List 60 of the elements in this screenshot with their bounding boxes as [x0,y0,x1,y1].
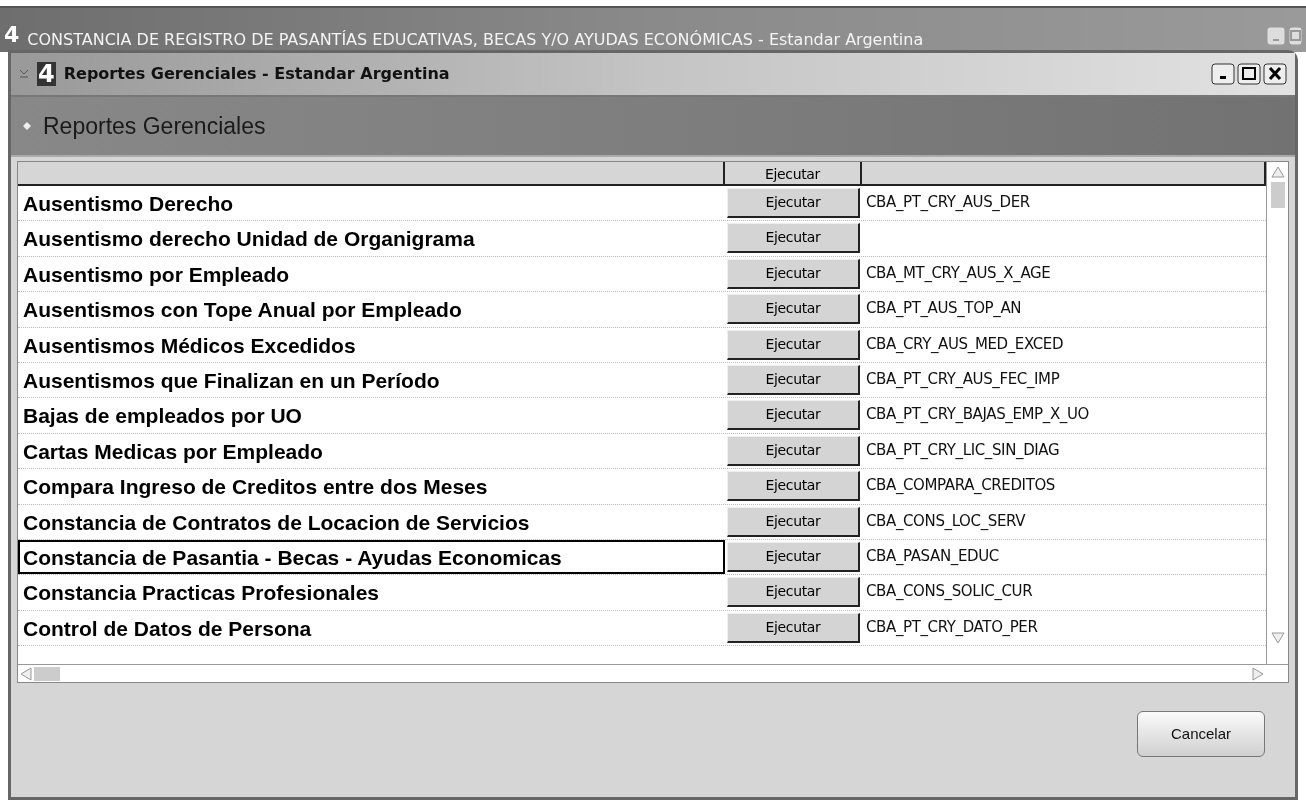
report-code: CBA_COMPARA_CREDITOS [866,476,1055,495]
report-code: CBA_CONS_LOC_SERV [866,511,1026,530]
report-name-cell[interactable]: Constancia de Contratos de Locacion de Servicios [18,504,725,539]
maximize-icon[interactable] [1237,63,1261,85]
execute-button[interactable]: Ejecutar [727,435,860,466]
report-name-cell[interactable]: Ausentismo Derecho [18,186,725,221]
execute-button[interactable]: Ejecutar [727,188,860,218]
report-code: CBA_PT_CRY_AUS_DER [866,193,1030,211]
report-name-cell[interactable]: Ausentismos que Finalizan en un Período [18,362,725,398]
horizontal-scrollbar[interactable] [18,664,1288,682]
report-code: CBA_CONS_SOLIC_CUR [866,582,1033,601]
vertical-scrollbar[interactable] [1266,162,1288,664]
report-name-cell[interactable]: Cartas Medicas por Empleado [18,433,725,469]
report-name-cell[interactable]: Control de Datos de Persona [18,610,725,646]
execute-button[interactable]: Ejecutar [727,258,860,289]
scroll-thumb[interactable] [1270,182,1285,208]
execute-button[interactable]: Ejecutar [727,329,860,360]
column-header[interactable]: Ejecutar [725,162,862,186]
execute-button[interactable]: Ejecutar [727,541,860,572]
collapse-icon[interactable] [19,69,29,79]
report-name-cell[interactable]: Constancia Practicas Profesionales [18,575,725,610]
diamond-icon [23,122,31,130]
report-code: CBA_MT_CRY_AUS_X_AGE [866,263,1051,282]
execute-button[interactable]: Ejecutar [727,294,860,325]
report-code: CBA_PT_CRY_AUS_FEC_IMP [866,369,1060,388]
execute-button[interactable]: Ejecutar [727,506,860,537]
execute-button[interactable]: Ejecutar [727,223,860,254]
execute-button[interactable]: Ejecutar [727,400,860,431]
execute-button[interactable]: Ejecutar [727,577,860,608]
app-logo: 4 [37,62,56,86]
scroll-up-icon[interactable] [1270,166,1285,178]
report-code: CBA_PT_CRY_BAJAS_EMP_X_UO [866,405,1089,424]
report-code: CBA_PT_CRY_DATO_PER [866,617,1038,636]
report-name-cell[interactable]: Bajas de empleados por UO [18,398,725,433]
column-header[interactable] [18,162,725,186]
scroll-down-icon[interactable] [1270,632,1285,644]
column-header[interactable] [862,162,1266,186]
execute-button[interactable]: Ejecutar [727,471,860,502]
report-code: CBA_CRY_AUS_MED_EXCED [866,334,1064,353]
report-code: CBA_PASAN_EDUC [866,546,999,565]
report-name-cell[interactable]: Constancia de Pasantia - Becas - Ayudas Economicas [18,539,725,575]
scroll-thumb[interactable] [34,666,60,681]
minimize-icon[interactable] [1211,63,1235,85]
scroll-left-icon[interactable] [20,666,32,681]
close-icon[interactable] [1263,63,1287,85]
execute-button[interactable]: Ejecutar [727,364,860,395]
report-code: CBA_PT_AUS_TOP_AN [866,299,1022,318]
cancel-button[interactable]: Cancelar [1137,711,1265,757]
window-title: Reportes Gerenciales - Estandar Argentina [63,63,450,85]
section-title: Reportes Gerenciales [43,111,266,141]
execute-button[interactable]: Ejecutar [727,612,860,643]
app-logo: 4 [4,24,20,46]
report-name-cell[interactable]: Ausentismos con Tope Anual por Empleado [18,292,725,327]
report-name-cell[interactable]: Compara Ingreso de Creditos entre dos Meses [18,469,725,504]
report-name-cell[interactable]: Ausentismos Médicos Excedidos [18,327,725,362]
report-name-cell[interactable]: Ausentismo derecho Unidad de Organigrama [18,221,725,256]
report-code: CBA_PT_CRY_LIC_SIN_DIAG [866,440,1060,459]
scroll-right-icon[interactable] [1252,666,1264,681]
window-title: CONSTANCIA DE REGISTRO DE PASANTÍAS EDUCATIVAS, BECAS Y/O AYUDAS ECONÓMICAS - Estandar Argentina [27,29,924,48]
report-name-cell[interactable]: Ausentismo por Empleado [18,256,725,292]
